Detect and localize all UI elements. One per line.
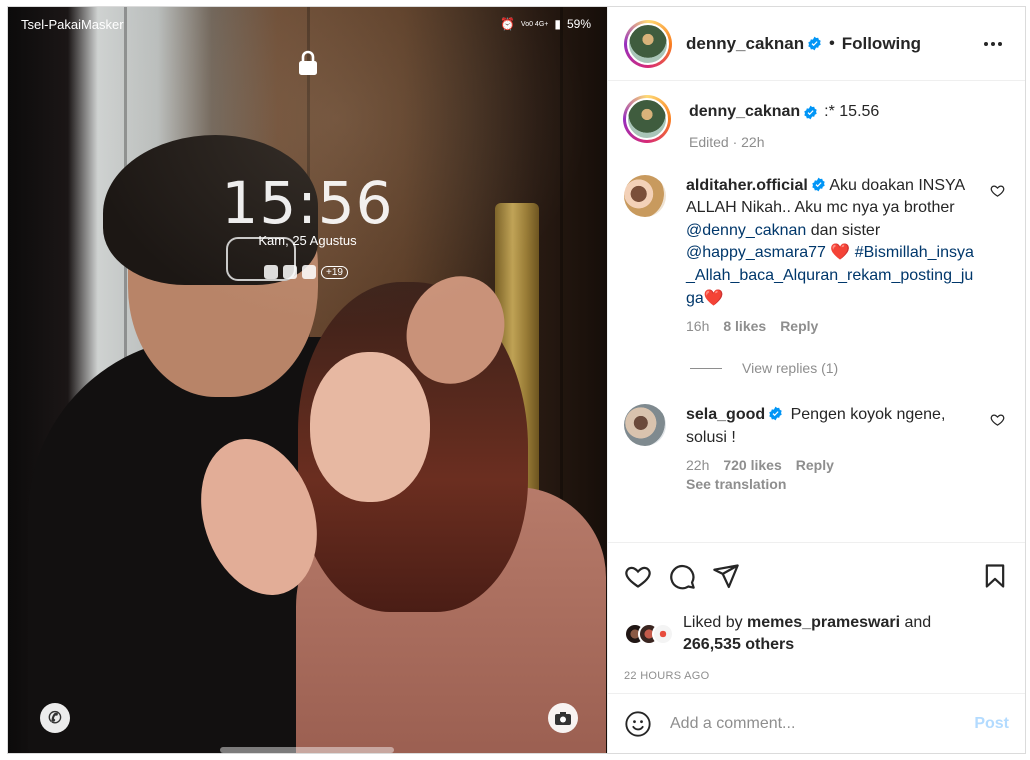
caption-text: :* 15.56 <box>824 103 880 120</box>
post-timestamp[interactable]: 22 HOURS AGO <box>608 665 1025 685</box>
caption-meta: Edited · 22h <box>689 133 765 150</box>
author-avatar[interactable] <box>624 19 672 68</box>
comment-likes[interactable]: 8 likes <box>723 318 766 334</box>
comment-text: alditaher.official Aku doakan INSYA ALLA… <box>686 176 974 307</box>
share-icon[interactable] <box>712 562 740 590</box>
mention-link[interactable]: @denny_caknan <box>686 222 806 239</box>
comment-time[interactable]: 22h <box>686 457 709 473</box>
comment: sela_good Pengen koyok ngene, solusi ! 2… <box>624 404 1009 492</box>
lockscreen-time: 15:56 <box>221 169 394 237</box>
more-options-button[interactable] <box>977 32 1009 56</box>
caption: denny_caknan :* 15.56 Edited · 22h <box>623 95 1009 150</box>
caption-username[interactable]: denny_caknan <box>689 101 800 124</box>
emoji-icon[interactable] <box>624 710 652 738</box>
following-button[interactable]: Following <box>842 34 921 54</box>
comment-like-icon[interactable] <box>990 183 1005 198</box>
add-comment-bar: Post <box>608 693 1025 753</box>
mention-link[interactable]: @happy_asmara77 <box>686 244 826 261</box>
comment-likes[interactable]: 720 likes <box>723 457 781 473</box>
alarm-icon: ⏰ <box>499 17 515 31</box>
notification-count: +19 <box>321 265 348 279</box>
see-translation-button[interactable]: See translation <box>686 476 976 492</box>
lockscreen-carrier: Tsel-PakaiMasker <box>21 17 124 32</box>
author-username[interactable]: denny_caknan <box>686 34 804 54</box>
comments-list[interactable]: denny_caknan :* 15.56 Edited · 22h aldit… <box>608 81 1025 543</box>
comment-time[interactable]: 16h <box>686 318 709 334</box>
comment: alditaher.official Aku doakan INSYA ALLA… <box>624 174 1009 334</box>
commenter-username[interactable]: sela_good <box>686 406 765 423</box>
liker-avatars[interactable] <box>624 623 674 645</box>
reply-button[interactable]: Reply <box>796 457 834 473</box>
post-header: denny_caknan • Following <box>608 7 1025 81</box>
like-icon[interactable] <box>624 562 652 590</box>
liker-username[interactable]: memes_prameswari <box>747 614 900 631</box>
comment-input[interactable] <box>670 714 975 733</box>
lockscreen-status-bar: ⏰ Vo0 4G+ ▮ 59% <box>500 17 591 31</box>
separator-dot: • <box>829 34 835 52</box>
comment-meta: 22h 720 likes Reply <box>686 457 976 473</box>
verified-badge-icon <box>769 406 782 421</box>
commenter-avatar[interactable] <box>624 404 666 447</box>
verified-badge-icon <box>808 36 821 51</box>
post-photo[interactable]: Tsel-PakaiMasker ⏰ Vo0 4G+ ▮ 59% 15:56 K… <box>8 7 607 753</box>
whatsapp-icon <box>264 265 278 279</box>
view-replies-button[interactable]: View replies (1) <box>690 360 1009 376</box>
gallery-icon <box>283 265 297 279</box>
home-bar <box>220 747 394 753</box>
post-side-panel: denny_caknan • Following denny_caknan :*… <box>607 7 1025 753</box>
likes-summary: Liked by memes_prameswari and 266,535 ot… <box>608 609 1025 659</box>
post-dialog: Tsel-PakaiMasker ⏰ Vo0 4G+ ▮ 59% 15:56 K… <box>7 6 1026 754</box>
save-icon[interactable] <box>981 562 1009 590</box>
author-avatar[interactable] <box>623 95 671 143</box>
lockscreen-date: Kam, 25 Agustus <box>258 233 357 248</box>
verified-badge-icon <box>812 177 825 191</box>
network-label: Vo0 4G+ <box>520 20 549 28</box>
commenter-avatar[interactable] <box>624 174 666 217</box>
verified-badge-icon <box>804 105 817 120</box>
comment-text: sela_good Pengen koyok ngene, solusi ! <box>686 406 946 446</box>
reply-button[interactable]: Reply <box>780 318 818 334</box>
lock-icon <box>299 50 317 75</box>
battery-label: 59% <box>566 17 591 31</box>
likes-count[interactable]: 266,535 others <box>683 636 794 653</box>
comment-meta: 16h 8 likes Reply <box>686 318 976 334</box>
lockscreen-notifications: +19 <box>264 265 348 279</box>
likes-text: Liked by memes_prameswari and 266,535 ot… <box>683 614 932 653</box>
vidio-icon <box>302 265 316 279</box>
phone-icon: ✆ <box>40 703 70 733</box>
comment-like-icon[interactable] <box>990 412 1005 427</box>
signal-icon: ▮ <box>554 17 561 31</box>
post-actions <box>608 543 1025 609</box>
commenter-username[interactable]: alditaher.official <box>686 177 808 194</box>
post-button[interactable]: Post <box>974 715 1009 733</box>
camera-icon <box>548 703 578 733</box>
liker-avatar <box>652 623 674 645</box>
comment-icon[interactable] <box>668 562 696 590</box>
